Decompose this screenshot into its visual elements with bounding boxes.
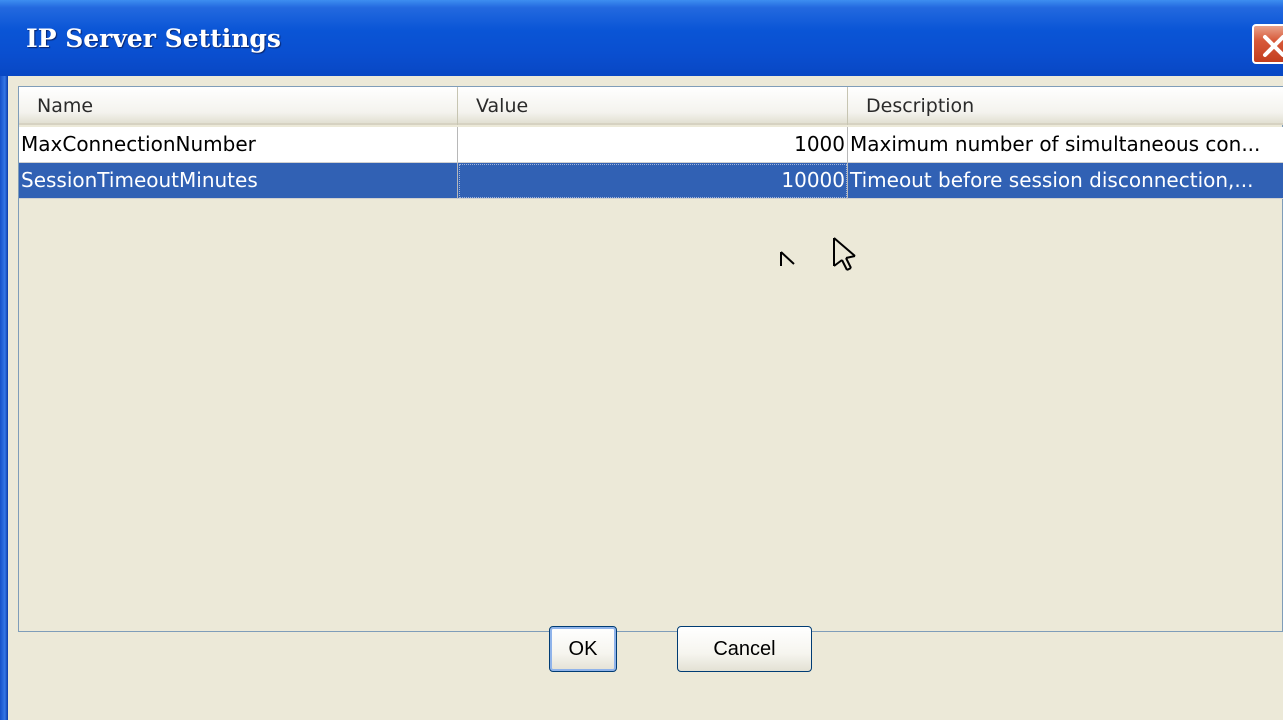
dialog-window: IP Server Settings Name Value Descriptio… xyxy=(0,0,1283,720)
column-header-name[interactable]: Name xyxy=(19,87,458,125)
cell-name[interactable]: SessionTimeoutMinutes xyxy=(19,163,458,199)
window-border xyxy=(0,76,8,720)
table-header: Name Value Description xyxy=(19,87,1283,125)
cursor-artifact-icon xyxy=(780,251,795,266)
table-row[interactable]: MaxConnectionNumber 1000 Maximum number … xyxy=(19,127,1283,163)
cell-description[interactable]: Maximum number of simultaneous con... xyxy=(848,127,1283,163)
column-header-value[interactable]: Value xyxy=(458,87,848,125)
cell-name[interactable]: MaxConnectionNumber xyxy=(19,127,458,163)
ok-button[interactable]: OK xyxy=(549,626,617,672)
dialog-content: Name Value Description MaxConnectionNumb… xyxy=(8,76,1283,720)
mouse-pointer-icon xyxy=(833,237,856,271)
cell-value[interactable]: 10000 xyxy=(458,163,848,199)
close-button[interactable] xyxy=(1252,24,1283,64)
title-bar[interactable]: IP Server Settings xyxy=(0,0,1283,76)
window-title: IP Server Settings xyxy=(26,24,281,53)
table-row-selected[interactable]: SessionTimeoutMinutes 10000 Timeout befo… xyxy=(19,163,1283,199)
close-icon xyxy=(1263,35,1283,57)
column-header-description[interactable]: Description xyxy=(848,87,1283,125)
cell-description[interactable]: Timeout before session disconnection,... xyxy=(848,163,1283,199)
cancel-button[interactable]: Cancel xyxy=(677,626,812,672)
settings-table[interactable]: Name Value Description MaxConnectionNumb… xyxy=(18,86,1283,632)
cell-value[interactable]: 1000 xyxy=(458,127,848,163)
